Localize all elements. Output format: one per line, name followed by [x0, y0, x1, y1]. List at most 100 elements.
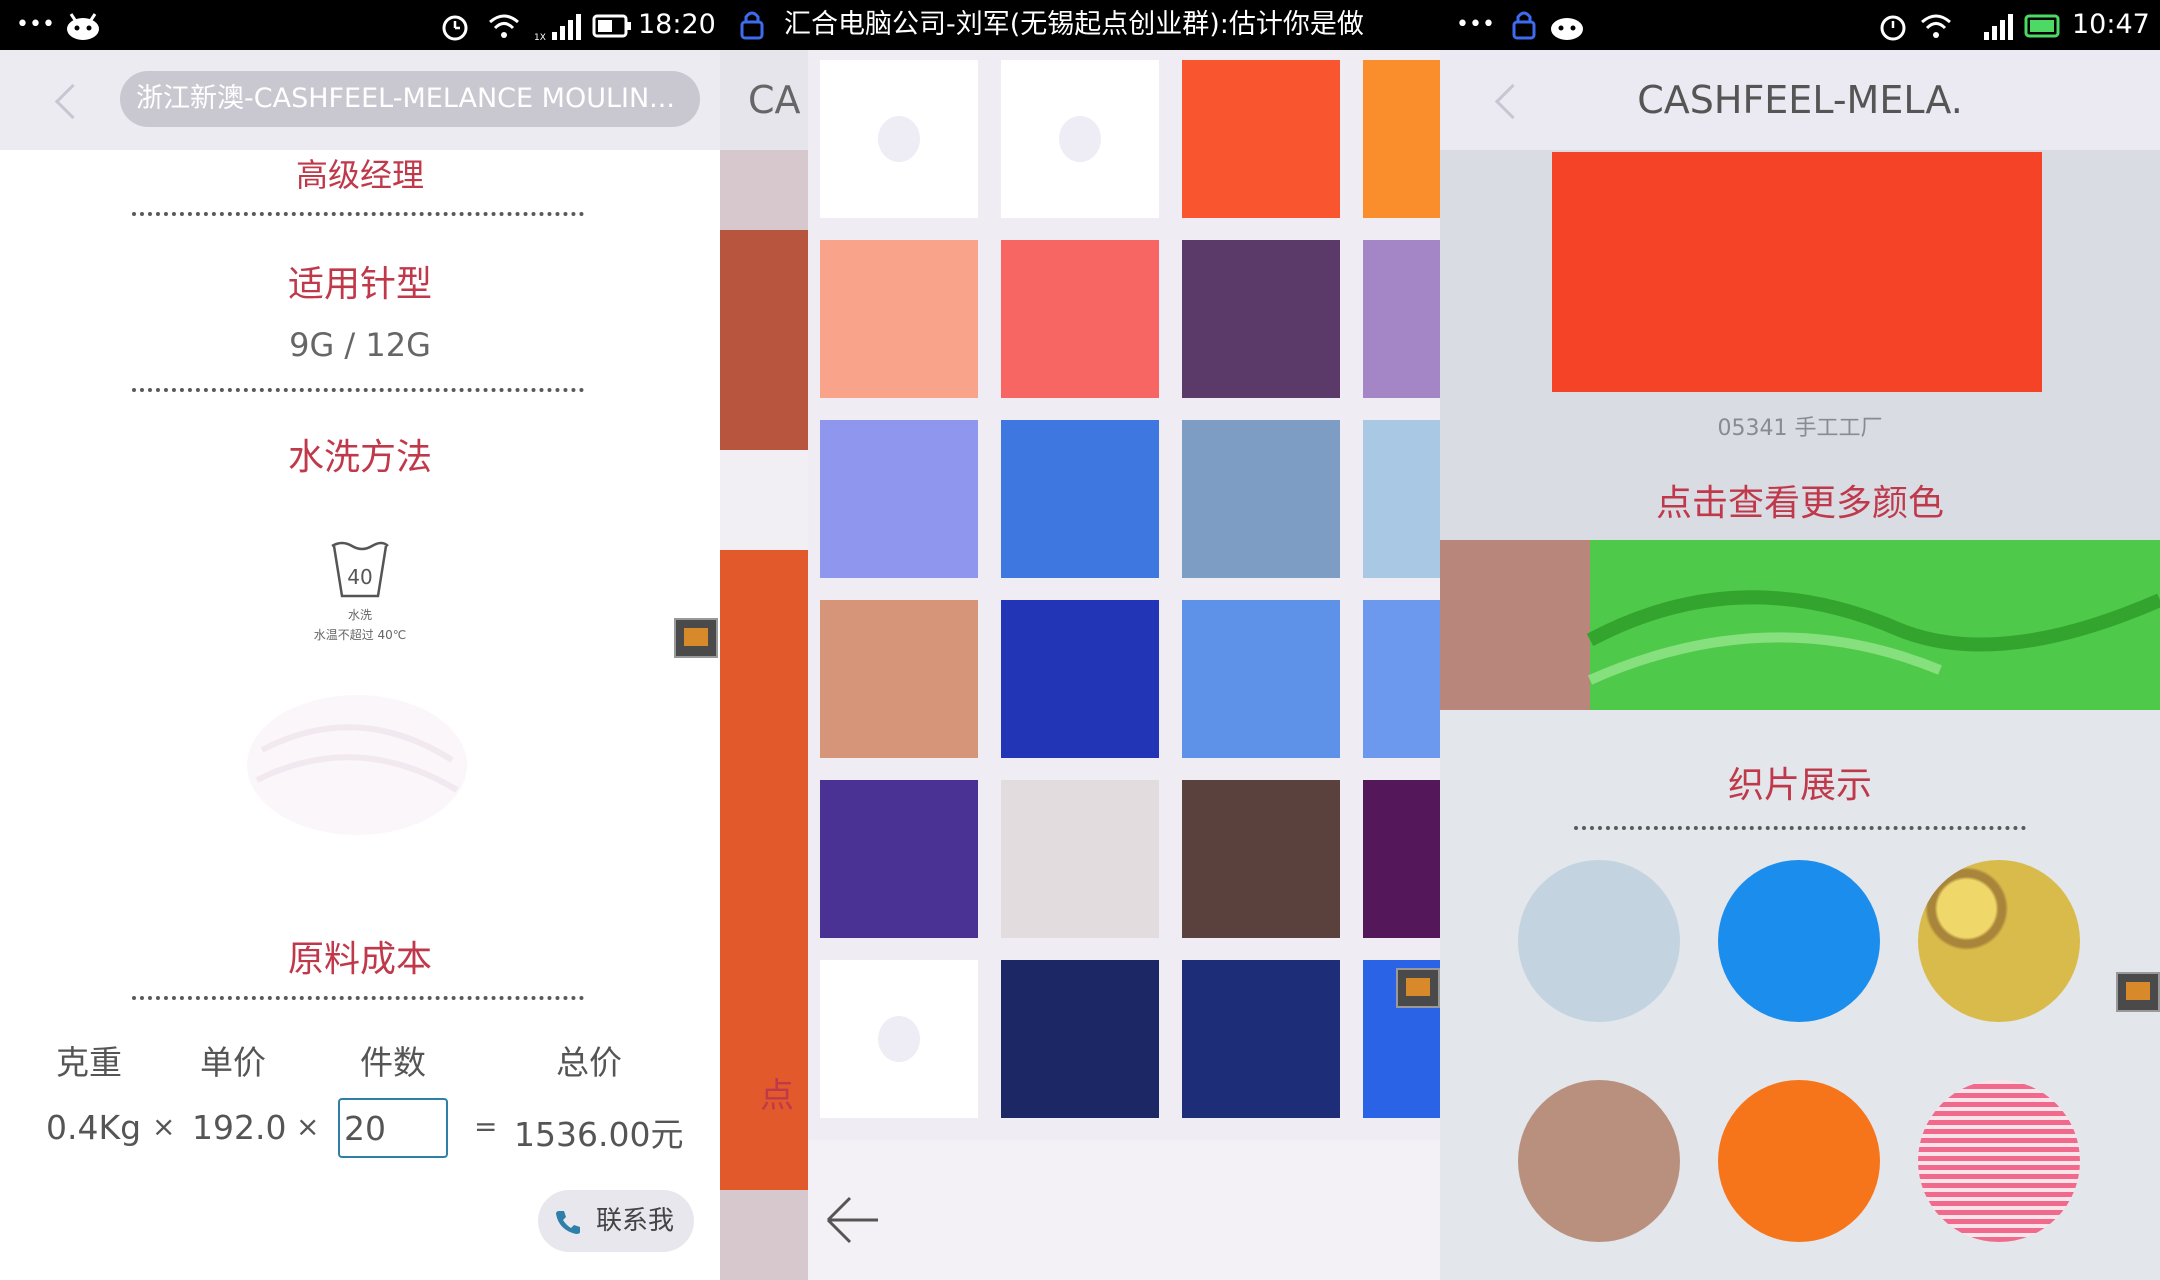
- fabric-sample[interactable]: [1918, 1080, 2080, 1242]
- color-swatch[interactable]: [1182, 960, 1340, 1118]
- bottom-bar: [808, 1140, 1440, 1280]
- placeholder-icon: [878, 116, 920, 162]
- cost-section-title: 原料成本: [287, 939, 432, 980]
- fabric-sample[interactable]: [1518, 1080, 1680, 1242]
- multiply-sign: ×: [296, 1110, 320, 1143]
- divider: [1574, 826, 2026, 830]
- color-swatch[interactable]: [1001, 600, 1159, 758]
- android-icon: [67, 13, 99, 40]
- swatch-placeholder[interactable]: [820, 60, 978, 218]
- color-swatch[interactable]: [1001, 780, 1159, 938]
- swatch-placeholder[interactable]: [1001, 60, 1159, 218]
- wash-icon-label: 水洗: [347, 608, 372, 622]
- pieces-input[interactable]: [338, 1098, 448, 1158]
- color-swatch[interactable]: [1182, 60, 1340, 218]
- back-arrow-icon[interactable]: [824, 1192, 880, 1248]
- total-value: 1536.00元: [514, 1115, 684, 1154]
- wifi-icon: [489, 14, 519, 38]
- wifi-icon: [1921, 14, 1951, 38]
- color-swatch[interactable]: [1363, 780, 1440, 938]
- floating-assistant-icon[interactable]: [674, 618, 718, 658]
- needle-section-title: 适用针型: [287, 264, 432, 305]
- wash-section-title: 水洗方法: [287, 437, 432, 478]
- color-swatch[interactable]: [1182, 600, 1340, 758]
- color-swatch[interactable]: [1001, 420, 1159, 578]
- yarn-image: [1440, 540, 2160, 710]
- unit-price-value: 192.0: [192, 1108, 287, 1147]
- signal-icon: [1984, 14, 2013, 40]
- placeholder-icon: [1059, 116, 1101, 162]
- yarn-watermark-icon: [247, 695, 467, 835]
- android-icon: [1551, 18, 1583, 40]
- fabric-section-title: 织片展示: [1727, 765, 1872, 806]
- color-swatch[interactable]: [1363, 600, 1440, 758]
- partial-title: CA: [748, 78, 801, 122]
- fabric-sample[interactable]: [1718, 1080, 1880, 1242]
- floating-assistant-icon[interactable]: [1396, 968, 1440, 1008]
- job-title: 高级经理: [295, 156, 424, 194]
- total-header: 总价: [556, 1043, 622, 1082]
- page-title: CASHFEEL-MELA.: [1637, 78, 1963, 122]
- color-swatch[interactable]: [820, 780, 978, 938]
- color-swatch[interactable]: [1552, 152, 2042, 392]
- color-swatch[interactable]: [1182, 240, 1340, 398]
- color-grid-screen: 汇合电脑公司-刘军(无锡起点创业群):估计你是做 CA 点: [720, 0, 1440, 1280]
- battery-icon: [592, 14, 631, 38]
- swatch-label: 05341 手工工厂: [1717, 416, 1883, 441]
- alarm-icon: [442, 15, 468, 41]
- status-bar: ••• 1X 18:20: [0, 0, 720, 50]
- notification-bar: 汇合电脑公司-刘军(无锡起点创业群):估计你是做: [720, 0, 1440, 50]
- qq-lock-icon: [1512, 11, 1536, 40]
- back-icon[interactable]: [54, 83, 91, 120]
- needle-value: 9G / 12G: [289, 326, 431, 364]
- unit-price-header: 单价: [200, 1043, 266, 1082]
- product-detail-screen: ••• 1X 18:20 浙江新澳-CASHFEEL-MELANCE MOULI…: [0, 0, 720, 1280]
- page-title: 浙江新澳-CASHFEEL-MELANCE MOULIN...: [120, 71, 700, 127]
- phone-icon: [556, 1211, 580, 1234]
- svg-text:40: 40: [347, 565, 372, 589]
- color-swatch[interactable]: [1182, 420, 1340, 578]
- weight-value: 0.4Kg: [46, 1108, 142, 1147]
- divider: [132, 212, 584, 216]
- pieces-header: 件数: [360, 1043, 426, 1082]
- divider: [132, 996, 584, 1000]
- wash-40-icon: 40: [331, 541, 389, 598]
- contact-button[interactable]: 联系我: [538, 1190, 694, 1252]
- weight-header: 克重: [56, 1043, 122, 1082]
- swatch-placeholder[interactable]: [820, 960, 978, 1118]
- color-swatch[interactable]: [820, 240, 978, 398]
- placeholder-icon: [878, 1016, 920, 1062]
- divider: [132, 388, 584, 392]
- battery-icon: [2024, 14, 2060, 38]
- more-colors-link[interactable]: 点击查看更多颜色: [1440, 474, 2160, 526]
- color-swatch[interactable]: [1363, 420, 1440, 578]
- color-swatch[interactable]: [1001, 240, 1159, 398]
- fabric-sample[interactable]: [1918, 860, 2080, 1022]
- fabric-sample[interactable]: [1718, 860, 1880, 1022]
- color-swatch[interactable]: [1363, 240, 1440, 398]
- color-swatch[interactable]: [1001, 960, 1159, 1118]
- status-bar: ••• 10:47: [1440, 0, 2160, 50]
- floating-assistant-icon[interactable]: [2116, 972, 2160, 1012]
- alarm-icon: [1880, 15, 1906, 41]
- partial-link: 点: [760, 1076, 794, 1116]
- signal-icon: 1X: [534, 14, 581, 42]
- svg-text:1X: 1X: [534, 33, 546, 42]
- contact-label: 联系我: [596, 1206, 675, 1236]
- notification-text: 汇合电脑公司-刘军(无锡起点创业群):估计你是做: [784, 9, 1364, 40]
- color-swatch[interactable]: [1363, 60, 1440, 218]
- notification-dots: •••: [16, 12, 55, 37]
- color-swatch[interactable]: [820, 600, 978, 758]
- fabric-sample[interactable]: [1518, 860, 1680, 1022]
- clock: 10:47: [2072, 9, 2150, 40]
- underlying-screen: CA 点: [720, 50, 808, 1280]
- wash-icon-caption: 水温不超过 40℃: [313, 628, 407, 642]
- qq-lock-icon: [740, 11, 764, 40]
- equals-sign: =: [474, 1110, 498, 1143]
- notification-dots: •••: [1456, 12, 1495, 37]
- clock: 18:20: [638, 9, 716, 40]
- product-overview-screen: ••• 10:47 CASHFEEL-MELA. 05341 手工工厂 点击查看…: [1440, 0, 2160, 1280]
- color-swatch[interactable]: [820, 420, 978, 578]
- color-swatch[interactable]: [1182, 780, 1340, 938]
- multiply-sign: ×: [152, 1110, 176, 1143]
